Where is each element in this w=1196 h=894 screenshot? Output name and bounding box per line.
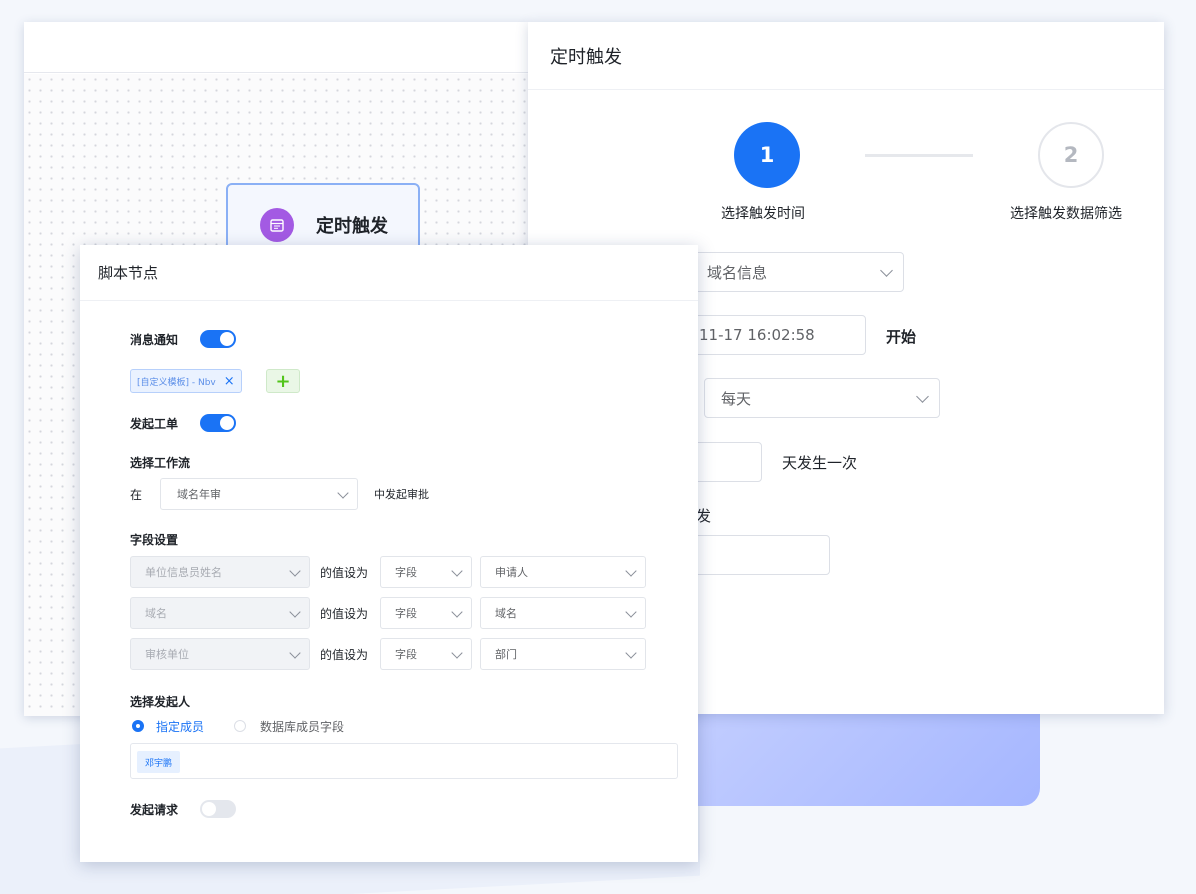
node-label: 定时触发 <box>316 216 388 237</box>
dialog-title: 定时触发 <box>528 22 1164 90</box>
step-2-title: 选择触发数据筛选 <box>1010 206 1122 222</box>
chevron-down-icon <box>451 606 463 618</box>
frequency-select[interactable]: 每天 <box>704 378 940 418</box>
chevron-down-icon <box>289 606 301 618</box>
field-type-value: 字段 <box>395 607 417 620</box>
canvas-toolbar <box>24 22 528 73</box>
chevron-down-icon <box>337 487 349 499</box>
field-type-select[interactable]: 字段 <box>380 638 472 670</box>
trigger-input[interactable] <box>678 535 830 575</box>
radio-db-member-field[interactable] <box>234 720 246 732</box>
member-select[interactable]: 邓宇鹏 <box>130 743 678 779</box>
notify-toggle[interactable] <box>200 330 236 348</box>
workflow-suffix: 中发起审批 <box>374 488 429 501</box>
radio-specified-member[interactable] <box>132 720 144 732</box>
chevron-down-icon <box>289 647 301 659</box>
field-value-text: 申请人 <box>495 566 528 579</box>
calendar-icon <box>260 208 294 242</box>
partial-label: 发 <box>696 507 712 525</box>
start-suffix: 开始 <box>886 328 917 346</box>
chevron-down-icon <box>625 647 637 659</box>
field-target-value: 审核单位 <box>145 648 189 661</box>
interval-suffix: 天发生一次 <box>782 454 858 472</box>
initiator-label: 选择发起人 <box>130 695 191 709</box>
field-target-value: 单位信息员姓名 <box>145 566 222 579</box>
field-target-select: 审核单位 <box>130 638 310 670</box>
chevron-down-icon <box>625 606 637 618</box>
field-value-select[interactable]: 申请人 <box>480 556 646 588</box>
field-type-value: 字段 <box>395 566 417 579</box>
field-value-select[interactable]: 部门 <box>480 638 646 670</box>
field-type-select[interactable]: 字段 <box>380 597 472 629</box>
close-icon[interactable]: × <box>224 374 235 389</box>
notify-label: 消息通知 <box>130 333 179 347</box>
field-target-select: 单位信息员姓名 <box>130 556 310 588</box>
field-type-value: 字段 <box>395 648 417 661</box>
step-2-circle[interactable]: 2 <box>1038 122 1104 188</box>
request-label: 发起请求 <box>130 803 179 817</box>
radio-label-specified: 指定成员 <box>156 720 205 734</box>
field-settings-label: 字段设置 <box>130 533 179 547</box>
chevron-down-icon <box>289 565 301 577</box>
step-1-title: 选择触发时间 <box>721 206 805 222</box>
script-node-dialog: 脚本节点 消息通知 [自定义模板] - Nbv × + 发起工单 选择工作流 在… <box>80 245 698 862</box>
chevron-down-icon <box>625 565 637 577</box>
start-time-value: 11-17 16:02:58 <box>699 326 815 344</box>
field-value-select[interactable]: 域名 <box>480 597 646 629</box>
data-source-value: 域名信息 <box>707 263 768 282</box>
field-value-text: 域名 <box>495 607 517 620</box>
workorder-label: 发起工单 <box>130 417 179 431</box>
field-value-text: 部门 <box>495 648 517 661</box>
field-target-select: 域名 <box>130 597 310 629</box>
plus-icon: + <box>275 370 291 392</box>
chevron-down-icon <box>451 647 463 659</box>
dialog-title: 脚本节点 <box>80 245 698 301</box>
notify-template-tag: [自定义模板] - Nbv × <box>130 369 242 393</box>
step-1-circle[interactable]: 1 <box>734 122 800 188</box>
chevron-down-icon <box>880 264 893 277</box>
workflow-value: 域名年审 <box>177 488 221 501</box>
data-source-select[interactable]: 域名信息 <box>692 252 904 292</box>
step-connector <box>865 154 973 157</box>
workorder-toggle[interactable] <box>200 414 236 432</box>
tag-label: [自定义模板] - Nbv <box>137 377 216 388</box>
add-template-button[interactable]: + <box>266 369 300 393</box>
start-time-input[interactable]: 11-17 16:02:58 <box>678 315 866 355</box>
workflow-select[interactable]: 域名年审 <box>160 478 358 510</box>
request-toggle[interactable] <box>200 800 236 818</box>
field-target-value: 域名 <box>145 607 167 620</box>
field-op-label: 的值设为 <box>320 648 369 662</box>
chevron-down-icon <box>451 565 463 577</box>
workflow-label: 选择工作流 <box>130 456 191 470</box>
radio-label-db-field: 数据库成员字段 <box>260 720 345 734</box>
field-op-label: 的值设为 <box>320 566 369 580</box>
chevron-down-icon <box>916 390 929 403</box>
field-op-label: 的值设为 <box>320 607 369 621</box>
frequency-value: 每天 <box>721 389 752 408</box>
member-tag: 邓宇鹏 <box>137 751 181 773</box>
workflow-prefix: 在 <box>130 488 143 502</box>
field-type-select[interactable]: 字段 <box>380 556 472 588</box>
